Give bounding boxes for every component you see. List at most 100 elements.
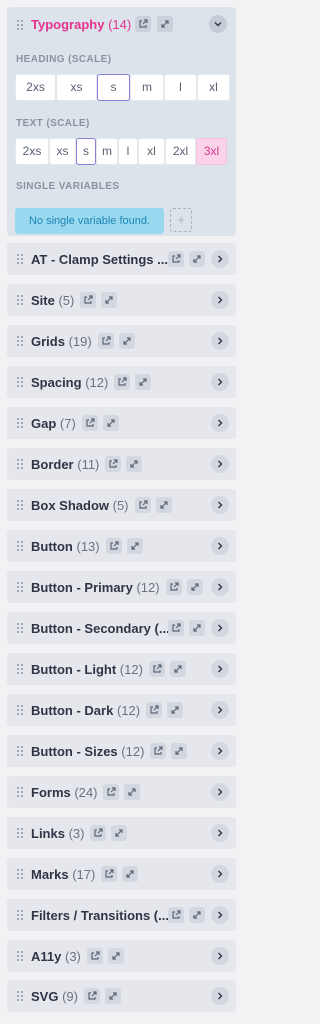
open-external-icon[interactable] [106, 538, 122, 554]
drag-handle-icon[interactable] [17, 991, 24, 1002]
chevron-right-icon[interactable] [211, 373, 229, 391]
chevron-right-icon[interactable] [211, 947, 229, 965]
drag-handle-icon[interactable] [17, 705, 24, 716]
group-row-svg[interactable]: SVG (9) [7, 980, 236, 1012]
expand-icon[interactable] [157, 16, 173, 32]
text-scale-option-3xl[interactable]: 3xl [196, 138, 227, 165]
group-row-button-dark[interactable]: Button - Dark (12) [7, 694, 236, 726]
chevron-right-icon[interactable] [211, 414, 229, 432]
chevron-right-icon[interactable] [211, 783, 229, 801]
open-external-icon[interactable] [105, 456, 121, 472]
drag-handle-icon[interactable] [17, 418, 24, 429]
drag-handle-icon[interactable] [17, 828, 24, 839]
group-row-spacing[interactable]: Spacing (12) [7, 366, 236, 398]
text-scale-option-2xl[interactable]: 2xl [165, 138, 196, 165]
expand-icon[interactable] [135, 374, 151, 390]
heading-scale-option-xs[interactable]: xs [56, 74, 97, 101]
open-external-icon[interactable] [103, 784, 119, 800]
expand-icon[interactable] [170, 661, 186, 677]
heading-scale-option-xl[interactable]: xl [197, 74, 230, 101]
text-scale-option-s[interactable]: s [76, 138, 96, 165]
expand-icon[interactable] [108, 948, 124, 964]
open-external-icon[interactable] [90, 825, 106, 841]
group-row-button-light[interactable]: Button - Light (12) [7, 653, 236, 685]
chevron-right-icon[interactable] [211, 291, 229, 309]
chevron-right-icon[interactable] [211, 701, 229, 719]
chevron-right-icon[interactable] [211, 865, 229, 883]
open-external-icon[interactable] [114, 374, 130, 390]
expand-icon[interactable] [124, 784, 140, 800]
group-row-button[interactable]: Button (13) [7, 530, 236, 562]
drag-handle-icon[interactable] [17, 582, 24, 593]
open-external-icon[interactable] [135, 16, 151, 32]
chevron-right-icon[interactable] [211, 619, 229, 637]
text-scale-option-2xs[interactable]: 2xs [15, 138, 49, 165]
expand-icon[interactable] [189, 251, 205, 267]
group-row-button-primary[interactable]: Button - Primary (12) [7, 571, 236, 603]
drag-handle-icon[interactable] [17, 336, 24, 347]
open-external-icon[interactable] [135, 497, 151, 513]
group-row-button-secondary[interactable]: Button - Secondary (... [7, 612, 236, 644]
drag-handle-icon[interactable] [17, 787, 24, 798]
expand-icon[interactable] [105, 988, 121, 1004]
add-variable-button[interactable]: + [170, 208, 192, 232]
open-external-icon[interactable] [146, 702, 162, 718]
group-row-button-sizes[interactable]: Button - Sizes (12) [7, 735, 236, 767]
expand-icon[interactable] [189, 620, 205, 636]
drag-handle-icon[interactable] [17, 910, 24, 921]
heading-scale-option-s[interactable]: s [97, 74, 130, 101]
group-row-border[interactable]: Border (11) [7, 448, 236, 480]
group-row-links[interactable]: Links (3) [7, 817, 236, 849]
chevron-right-icon[interactable] [211, 496, 229, 514]
expand-icon[interactable] [127, 538, 143, 554]
chevron-right-icon[interactable] [211, 824, 229, 842]
expand-icon[interactable] [156, 497, 172, 513]
text-scale-option-l[interactable]: l [118, 138, 138, 165]
open-external-icon[interactable] [87, 948, 103, 964]
group-row-a11y[interactable]: A11y (3) [7, 940, 236, 972]
drag-handle-icon[interactable] [17, 664, 24, 675]
chevron-right-icon[interactable] [211, 250, 229, 268]
drag-handle-icon[interactable] [17, 951, 24, 962]
group-row-marks[interactable]: Marks (17) [7, 858, 236, 890]
group-row-site[interactable]: Site (5) [7, 284, 236, 316]
heading-scale-option-2xs[interactable]: 2xs [15, 74, 56, 101]
group-row-grids[interactable]: Grids (19) [7, 325, 236, 357]
open-external-icon[interactable] [149, 661, 165, 677]
text-scale-option-xs[interactable]: xs [49, 138, 76, 165]
open-external-icon[interactable] [82, 415, 98, 431]
chevron-right-icon[interactable] [211, 537, 229, 555]
expand-icon[interactable] [111, 825, 127, 841]
expand-icon[interactable] [167, 702, 183, 718]
drag-handle-icon[interactable] [17, 746, 24, 757]
expand-icon[interactable] [171, 743, 187, 759]
open-external-icon[interactable] [168, 251, 184, 267]
expand-icon[interactable] [126, 456, 142, 472]
expand-icon[interactable] [187, 579, 203, 595]
open-external-icon[interactable] [166, 579, 182, 595]
open-external-icon[interactable] [150, 743, 166, 759]
group-row-box-shadow[interactable]: Box Shadow (5) [7, 489, 236, 521]
group-row-at-clamp-settings[interactable]: AT - Clamp Settings ... [7, 243, 236, 275]
open-external-icon[interactable] [168, 620, 184, 636]
expand-icon[interactable] [101, 292, 117, 308]
open-external-icon[interactable] [84, 988, 100, 1004]
open-external-icon[interactable] [80, 292, 96, 308]
drag-handle-icon[interactable] [17, 869, 24, 880]
chevron-right-icon[interactable] [211, 987, 229, 1005]
chevron-right-icon[interactable] [211, 455, 229, 473]
typography-header[interactable]: Typography (14) [7, 7, 236, 43]
heading-scale-option-l[interactable]: l [164, 74, 197, 101]
chevron-right-icon[interactable] [211, 906, 229, 924]
drag-handle-icon[interactable] [17, 459, 24, 470]
chevron-right-icon[interactable] [211, 332, 229, 350]
drag-handle-icon[interactable] [17, 377, 24, 388]
expand-icon[interactable] [189, 907, 205, 923]
drag-handle-icon[interactable] [17, 500, 24, 511]
chevron-right-icon[interactable] [211, 742, 229, 760]
expand-icon[interactable] [122, 866, 138, 882]
drag-handle-icon[interactable] [17, 254, 24, 265]
open-external-icon[interactable] [98, 333, 114, 349]
text-scale-option-m[interactable]: m [96, 138, 118, 165]
drag-handle-icon[interactable] [17, 295, 24, 306]
